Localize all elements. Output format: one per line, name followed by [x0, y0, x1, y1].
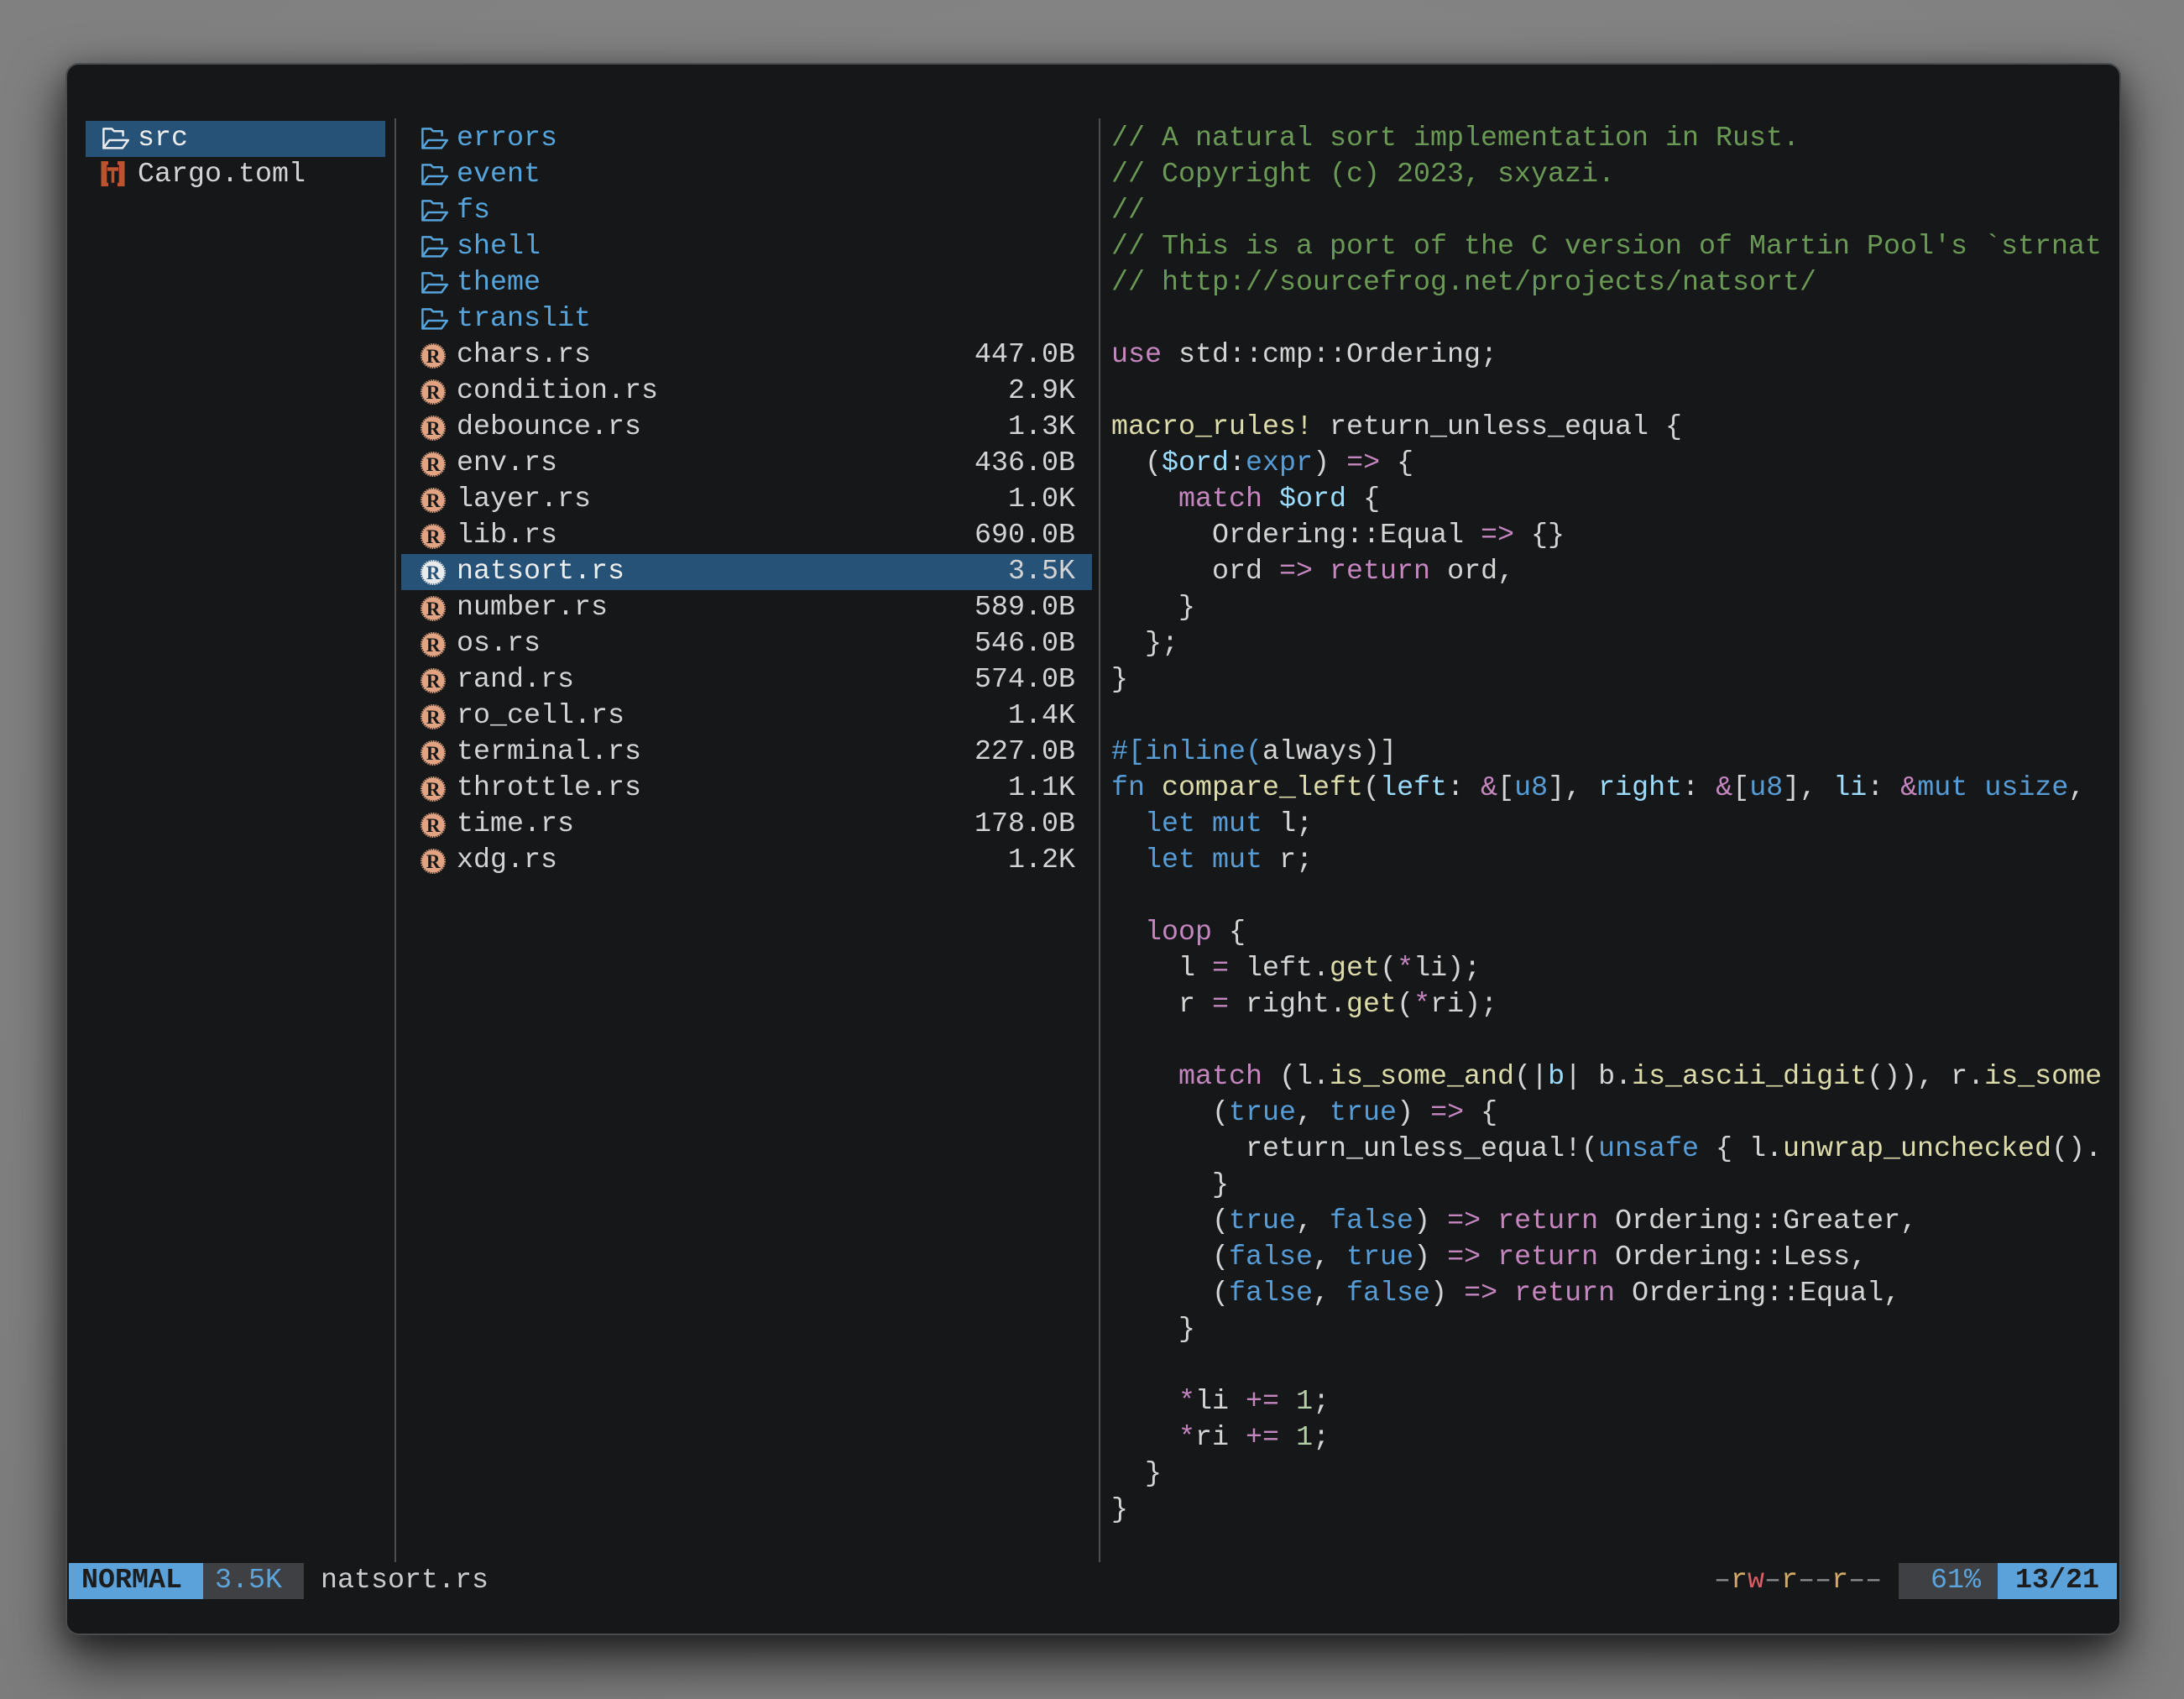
svg-text:R: R [426, 599, 441, 619]
svg-text:R: R [426, 851, 441, 872]
svg-text:R: R [426, 707, 441, 728]
svg-text:R: R [426, 490, 441, 511]
svg-text:R: R [426, 418, 441, 439]
svg-text:R: R [426, 346, 441, 367]
svg-text:R: R [426, 562, 441, 583]
svg-text:R: R [426, 815, 441, 836]
svg-text:R: R [426, 454, 441, 475]
svg-text:R: R [426, 635, 441, 656]
svg-text:R: R [426, 671, 441, 692]
svg-text:R: R [426, 743, 441, 764]
svg-text:R: R [426, 779, 441, 800]
svg-text:R: R [426, 382, 441, 403]
svg-text:R: R [426, 526, 441, 547]
